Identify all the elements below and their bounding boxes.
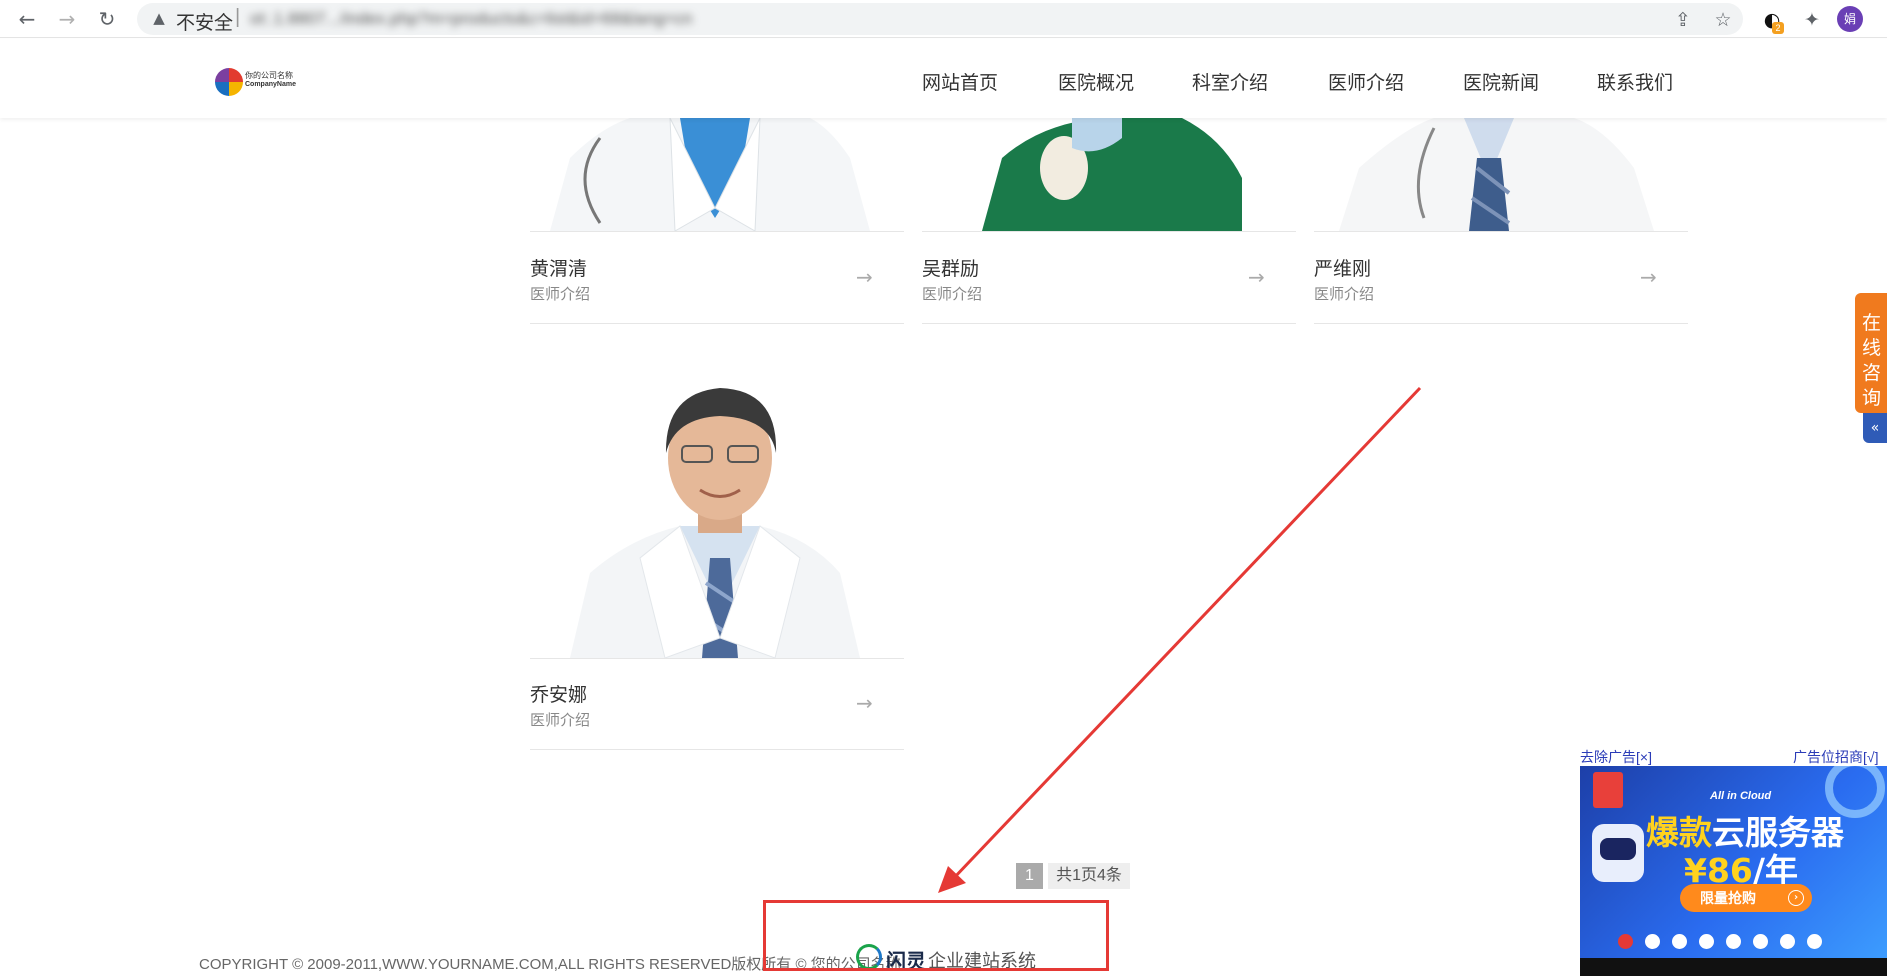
logo-company-cn: 你的公司名称	[245, 71, 293, 80]
ad-tagline: All in Cloud	[1710, 790, 1772, 802]
card-divider	[922, 323, 1296, 324]
logo-company-en: CompanyName	[245, 81, 296, 88]
ad-carousel-dot[interactable]	[1726, 934, 1741, 949]
doctor-photo[interactable]	[530, 358, 904, 658]
ad-remove-link[interactable]: 去除广告[×]	[1580, 747, 1652, 767]
forward-icon[interactable]: →	[54, 6, 80, 32]
extension-badge: 2	[1772, 22, 1784, 34]
doctor-category: 医师介绍	[530, 286, 591, 303]
arrow-right-icon[interactable]: →	[1248, 265, 1265, 289]
ad-carousel-dot[interactable]	[1780, 934, 1795, 949]
card-divider	[530, 323, 904, 324]
security-label[interactable]: 不安全	[176, 8, 233, 35]
profile-avatar[interactable]: 娟	[1837, 6, 1863, 32]
browser-toolbar: ← → ↻ ▲ 不安全 | ot:.1.8807.../index.php?m=…	[0, 0, 1887, 38]
card-divider	[530, 231, 904, 232]
nav-departments[interactable]: 科室介绍	[1192, 68, 1268, 95]
nav-hospital-overview[interactable]: 医院概况	[1058, 68, 1134, 95]
pagination-current-page[interactable]: 1	[1016, 863, 1043, 889]
arrow-right-icon[interactable]: →	[856, 265, 873, 289]
doctor-photo[interactable]	[530, 118, 904, 231]
online-consult-tab[interactable]: 在线咨询	[1855, 293, 1887, 413]
annotation-highlight-box	[763, 900, 1109, 971]
nav-doctors[interactable]: 医师介绍	[1328, 68, 1404, 95]
card-divider	[1314, 323, 1688, 324]
ad-carousel-dot[interactable]	[1645, 934, 1660, 949]
share-icon[interactable]: ⇪	[1670, 7, 1696, 33]
ad-buy-button[interactable]: 限量抢购 ›	[1680, 884, 1812, 912]
doctor-photo-image	[550, 118, 870, 231]
card-divider	[1314, 231, 1688, 232]
site-header: 你的公司名称 CompanyName 网站首页 医院概况 科室介绍 医师介绍 医…	[0, 39, 1887, 118]
doctor-category: 医师介绍	[1314, 286, 1375, 303]
pagination-summary: 共1页4条	[1048, 863, 1130, 889]
doctor-photo[interactable]	[922, 118, 1296, 231]
puzzle-icon[interactable]: ✦	[1799, 7, 1825, 33]
doctor-name[interactable]: 严维刚	[1314, 254, 1371, 281]
ad-carousel-dot[interactable]	[1807, 934, 1822, 949]
chevron-right-icon: ›	[1788, 890, 1804, 906]
url-text[interactable]: ot:.1.8807.../index.php?m=products&c=lis…	[250, 9, 720, 29]
doctor-name[interactable]: 黄渭清	[530, 254, 587, 281]
card-divider	[530, 658, 904, 659]
back-icon[interactable]: ←	[14, 6, 40, 32]
ad-carousel-dot[interactable]	[1672, 934, 1687, 949]
ad-carousel-dots	[1618, 934, 1834, 950]
ad-bottom-bar	[1580, 958, 1887, 976]
company-logo[interactable]: 你的公司名称 CompanyName	[215, 68, 296, 96]
doctor-name[interactable]: 乔安娜	[530, 680, 587, 707]
card-divider	[922, 231, 1296, 232]
arrow-right-icon[interactable]: →	[856, 691, 873, 715]
doctor-name[interactable]: 吴群励	[922, 254, 979, 281]
arrow-right-icon[interactable]: →	[1640, 265, 1657, 289]
collapse-icon[interactable]: «	[1863, 413, 1887, 443]
cloud-server-ad[interactable]: All in Cloud 爆款云服务器 ¥86/年 限量抢购 ›	[1580, 766, 1887, 976]
robot-mascot-icon	[1592, 824, 1644, 882]
warning-icon[interactable]: ▲	[150, 9, 168, 27]
doctor-photo[interactable]	[1314, 118, 1688, 231]
ad-carousel-dot[interactable]	[1699, 934, 1714, 949]
doctor-category: 医师介绍	[530, 712, 591, 729]
ad-carousel-dot[interactable]	[1753, 934, 1768, 949]
ad-carousel-dot[interactable]	[1618, 934, 1633, 949]
doctor-photo-image	[1339, 118, 1654, 231]
nav-home[interactable]: 网站首页	[922, 68, 998, 95]
ad-recruit-link[interactable]: 广告位招商[√]	[1793, 747, 1878, 767]
doctor-photo-image	[570, 388, 860, 658]
ad-brand-tag	[1593, 772, 1623, 808]
doctor-photo-image	[982, 118, 1242, 231]
online-consult-label: 在线咨询	[1862, 313, 1882, 409]
nav-news[interactable]: 医院新闻	[1463, 68, 1539, 95]
logo-mark	[215, 68, 243, 96]
card-divider	[530, 749, 904, 750]
bookmark-star-icon[interactable]: ☆	[1710, 7, 1736, 33]
ad-buy-label: 限量抢购	[1700, 890, 1756, 906]
nav-contact[interactable]: 联系我们	[1597, 68, 1673, 95]
doctor-category: 医师介绍	[922, 286, 983, 303]
reload-icon[interactable]: ↻	[94, 6, 120, 32]
url-separator: |	[235, 6, 241, 28]
